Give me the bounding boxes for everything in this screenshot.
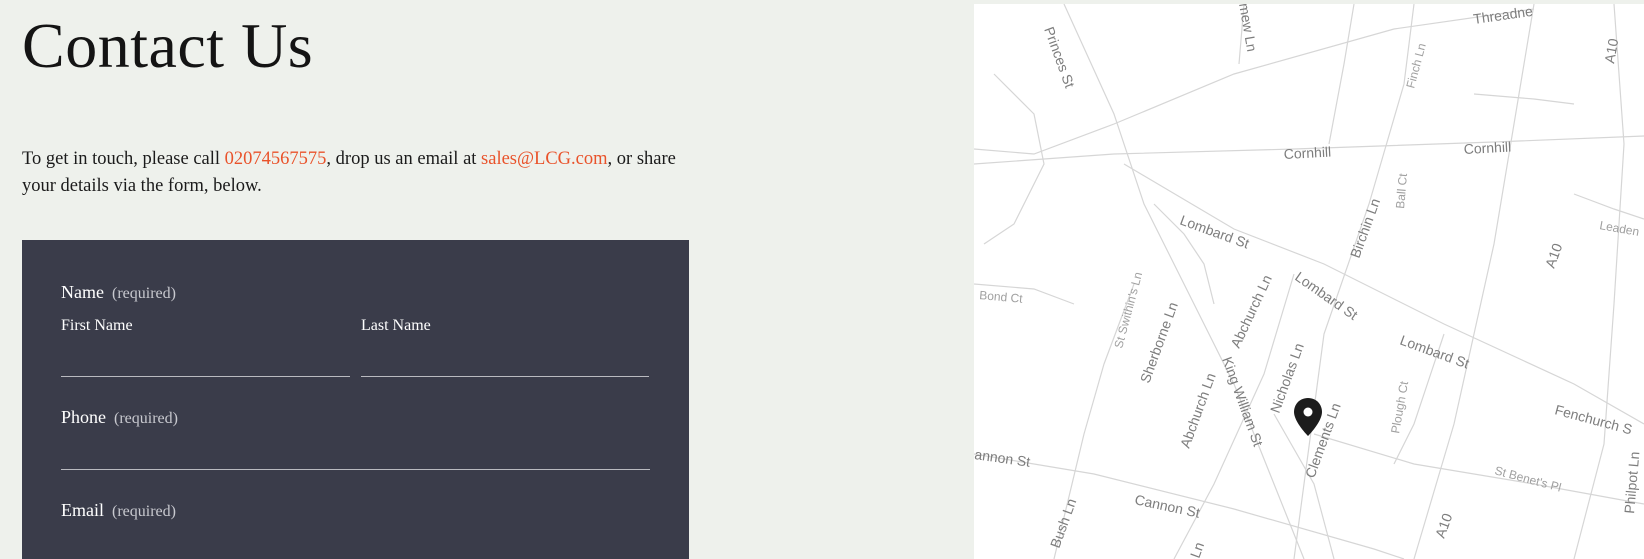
map-label-lombard-3: Lombard St [1398, 332, 1472, 372]
page-title: Contact Us [22, 10, 314, 81]
map-label-threadneedle: Threadne [1472, 4, 1534, 27]
email-field-label: Email (required) [61, 500, 176, 521]
intro-text-2: , drop us an email at [326, 149, 482, 169]
side-road-1 [983, 73, 1045, 245]
map-label-mew-ln: mew Ln [1236, 4, 1260, 53]
phone-required-note: (required) [114, 410, 178, 427]
name-required-note: (required) [111, 285, 176, 302]
map-label-a10-mid: A10 [1542, 241, 1566, 270]
map-label-abchurch-1: Abchurch Ln [1227, 272, 1275, 350]
map-label-sherborne-ln: Sherborne Ln [1137, 300, 1181, 385]
map-label-fenchurch: Fenchurch S [1553, 401, 1634, 437]
map-label-cannon-1: annon St [974, 446, 1031, 470]
map-label-st-swithins-ln: St Swithin's Ln [1111, 270, 1145, 349]
map-label-cornhill-1: Cornhill [1283, 144, 1331, 162]
leaden-road [1573, 193, 1644, 220]
location-map[interactable]: Princes St mew Ln Threadne A10 Cornhill … [974, 4, 1644, 559]
map-label-birchin-ln: Birchin Ln [1347, 196, 1383, 260]
map-canvas[interactable]: Princes St mew Ln Threadne A10 Cornhill … [974, 4, 1644, 559]
intro-text-1: To get in touch, please call [22, 149, 225, 169]
map-label-cornhill-2: Cornhill [1463, 139, 1511, 157]
phone-field-label: Phone (required) [61, 407, 178, 428]
map-label-st-benets-pl: St Benet's Pl [1493, 463, 1563, 494]
intro-paragraph: To get in touch, please call 02074567575… [22, 146, 702, 200]
last-name-label: Last Name [361, 317, 431, 334]
map-label-cannon-2: Cannon St [1133, 491, 1201, 520]
map-label-finch-ln: Finch Ln [1403, 42, 1428, 90]
map-label-leaden: Leaden [1598, 218, 1640, 239]
map-label-abchurch-2: Abchurch Ln [1177, 371, 1219, 450]
map-label-king-william-st: King William St [1219, 355, 1266, 449]
email-required-note: (required) [112, 503, 176, 520]
phone-input[interactable] [61, 437, 650, 470]
email-label: Email [61, 500, 104, 520]
email-link[interactable]: sales@LCG.com [481, 149, 607, 169]
map-label-philpot-ln: Philpot Ln [1621, 451, 1642, 514]
fenchurch-road [1313, 433, 1644, 505]
name-field-label: Name (required) [61, 282, 176, 303]
map-label-lombard-2: Lombard St [1292, 268, 1361, 323]
name-label: Name [61, 282, 104, 302]
contact-form: Name (required) First Name Last Name Phon… [22, 240, 689, 559]
finch-road [1328, 4, 1355, 145]
map-label-bush-ln: Bush Ln [1047, 496, 1080, 550]
side-road-3 [1473, 93, 1575, 105]
map-label-a10-bottom: A10 [1432, 511, 1456, 540]
first-name-input[interactable] [61, 344, 350, 377]
phone-label: Phone [61, 407, 106, 427]
side-road-4 [1573, 4, 1625, 559]
phone-link[interactable]: 02074567575 [225, 149, 327, 169]
map-label-plough-ct: Plough Ct [1388, 380, 1411, 435]
first-name-label: First Name [61, 317, 133, 334]
map-label-ball-ct: Ball Ct [1393, 172, 1410, 209]
map-label-ln-bottom: Ln [1187, 540, 1207, 559]
map-label-princes-st: Princes St [1041, 25, 1078, 91]
last-name-input[interactable] [361, 344, 649, 377]
map-label-bond-ct: Bond Ct [979, 288, 1024, 306]
